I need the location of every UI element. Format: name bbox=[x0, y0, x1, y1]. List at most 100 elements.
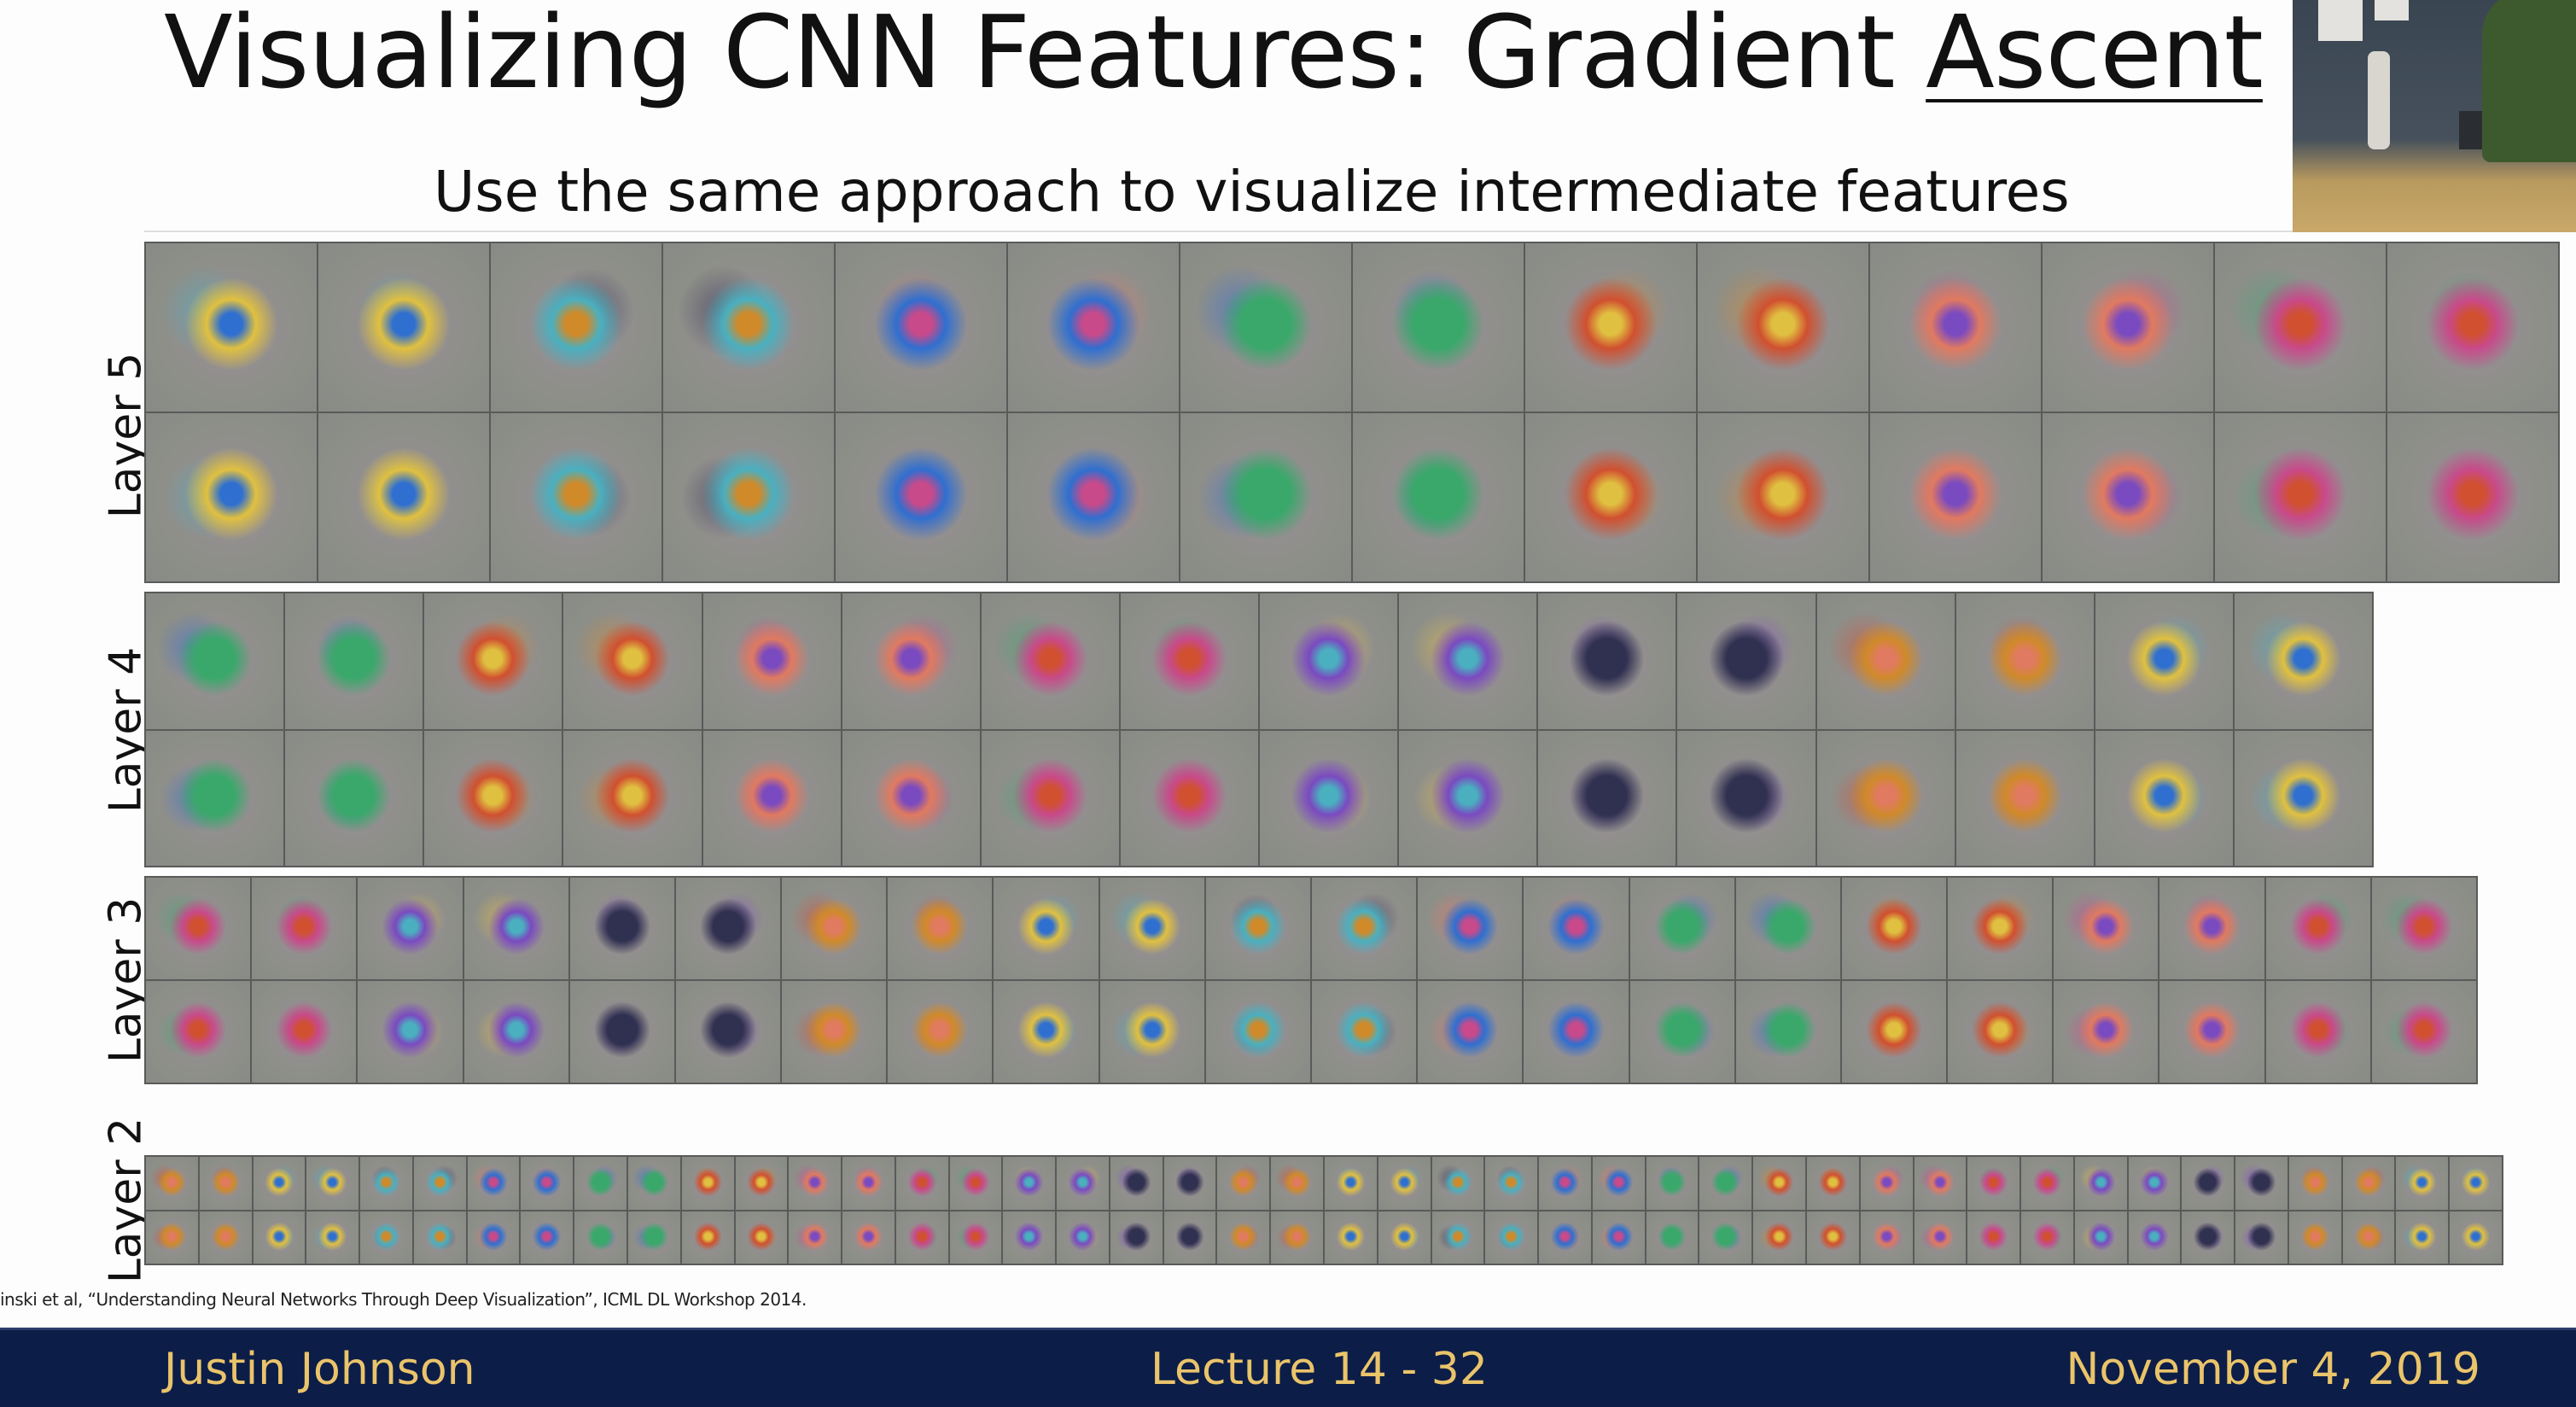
feature-visualization bbox=[1967, 1157, 2020, 1210]
feature-visualization bbox=[681, 1211, 734, 1264]
feature-visualization bbox=[1399, 730, 1537, 866]
feature-visualization bbox=[1205, 981, 1310, 1083]
feature-visualization bbox=[1735, 878, 1840, 979]
feature-visualization bbox=[2387, 413, 2558, 581]
feature-visualization bbox=[1217, 1157, 1270, 1210]
feature-visualization bbox=[842, 1157, 895, 1210]
feature-visualization bbox=[994, 981, 1099, 1083]
feature-visualization bbox=[895, 1157, 948, 1210]
feature-visualization bbox=[836, 413, 1006, 581]
feature-visualization bbox=[1120, 593, 1258, 729]
slide-title: Visualizing CNN Features: Gradient Ascen… bbox=[164, 0, 2264, 111]
feature-visualization bbox=[1698, 243, 1868, 412]
footer-author: Justin Johnson bbox=[164, 1344, 475, 1395]
feature-visualization bbox=[842, 730, 980, 866]
feature-visualization bbox=[1217, 1211, 1270, 1264]
feature-visualization bbox=[1816, 730, 1955, 866]
footer-date: November 4, 2019 bbox=[2066, 1344, 2480, 1395]
feature-visualization bbox=[2265, 878, 2370, 979]
feature-visualization bbox=[574, 1157, 627, 1210]
feature-visualization bbox=[949, 1157, 1002, 1210]
feature-visualization bbox=[836, 243, 1006, 412]
title-underlined-word: Ascent bbox=[1926, 0, 2264, 111]
feature-visualization bbox=[994, 878, 1099, 979]
feature-visualization bbox=[2342, 1157, 2395, 1210]
feature-visualization bbox=[2182, 1157, 2235, 1210]
feature-visualization bbox=[949, 1211, 1002, 1264]
feature-visualization bbox=[1378, 1157, 1431, 1210]
feature-visualization bbox=[569, 878, 674, 979]
feature-visualization bbox=[2396, 1211, 2449, 1264]
feature-visualization bbox=[1646, 1211, 1699, 1264]
feature-visualization bbox=[782, 878, 887, 979]
feature-visualization bbox=[981, 730, 1119, 866]
feature-visualization bbox=[1431, 1157, 1484, 1210]
slide-footer: Justin Johnson Lecture 14 - 32 November … bbox=[0, 1328, 2576, 1407]
feature-visualization bbox=[1271, 1211, 1323, 1264]
feature-visualization bbox=[1914, 1211, 1967, 1264]
feature-visualization bbox=[1008, 243, 1179, 412]
feature-visualization bbox=[253, 1211, 306, 1264]
feature-visualization bbox=[1325, 1157, 1377, 1210]
feature-visualization bbox=[463, 981, 568, 1083]
feature-visualization bbox=[1677, 593, 1815, 729]
feature-visualization bbox=[2128, 1157, 2181, 1210]
feature-visualization bbox=[2234, 730, 2372, 866]
feature-visualization bbox=[888, 981, 993, 1083]
feature-visualization bbox=[2235, 1157, 2288, 1210]
feature-visualization bbox=[888, 878, 993, 979]
feature-visualization bbox=[842, 593, 980, 729]
feature-visualization bbox=[1955, 730, 2094, 866]
feature-visualization bbox=[702, 593, 841, 729]
feature-visualization bbox=[681, 1157, 734, 1210]
feature-visualization bbox=[1806, 1157, 1859, 1210]
feature-visualization bbox=[789, 1211, 842, 1264]
layer-4-grid bbox=[144, 592, 2374, 867]
feature-visualization bbox=[2234, 593, 2372, 729]
feature-visualization bbox=[1057, 1211, 1109, 1264]
webcam-paper bbox=[2318, 0, 2363, 41]
feature-visualization bbox=[702, 730, 841, 866]
feature-visualization bbox=[1806, 1211, 1859, 1264]
feature-visualization bbox=[1539, 1211, 1591, 1264]
feature-visualization bbox=[358, 981, 463, 1083]
feature-visualization bbox=[1099, 878, 1204, 979]
feature-visualization bbox=[1399, 593, 1537, 729]
feature-visualization bbox=[1538, 730, 1676, 866]
feature-visualization bbox=[1955, 593, 2094, 729]
feature-visualization bbox=[1485, 1157, 1538, 1210]
feature-visualization bbox=[2387, 243, 2558, 412]
feature-visualization bbox=[1646, 1157, 1699, 1210]
feature-visualization bbox=[1677, 730, 1815, 866]
feature-visualization bbox=[2128, 1211, 2181, 1264]
feature-visualization bbox=[146, 730, 284, 866]
feature-visualization bbox=[1967, 1211, 2020, 1264]
feature-visualization bbox=[318, 413, 489, 581]
layer-2-grid bbox=[144, 1155, 2503, 1265]
feature-visualization bbox=[2288, 1211, 2341, 1264]
feature-visualization bbox=[1870, 243, 2041, 412]
feature-visualization bbox=[1418, 878, 1523, 979]
feature-visualization bbox=[146, 243, 317, 412]
feature-visualization bbox=[1524, 878, 1629, 979]
feature-visualization bbox=[521, 1157, 574, 1210]
feature-visualization bbox=[1753, 1157, 1805, 1210]
feature-visualization bbox=[285, 593, 423, 729]
feature-visualization bbox=[2095, 593, 2233, 729]
feature-visualization bbox=[895, 1211, 948, 1264]
feature-visualization bbox=[2288, 1157, 2341, 1210]
feature-visualization bbox=[1860, 1211, 1913, 1264]
feature-visualization bbox=[563, 593, 702, 729]
feature-visualization bbox=[2371, 981, 2476, 1083]
feature-visualization bbox=[463, 878, 568, 979]
feature-visualization bbox=[2235, 1211, 2288, 1264]
feature-visualization bbox=[1431, 1211, 1484, 1264]
feature-visualization bbox=[1180, 413, 1351, 581]
feature-visualization bbox=[2215, 243, 2386, 412]
feature-visualization bbox=[1816, 593, 1955, 729]
feature-visualization bbox=[306, 1211, 359, 1264]
feature-visualization bbox=[424, 593, 562, 729]
feature-visualization bbox=[1378, 1211, 1431, 1264]
feature-visualization bbox=[1699, 1211, 1752, 1264]
feature-visualization bbox=[1260, 593, 1398, 729]
